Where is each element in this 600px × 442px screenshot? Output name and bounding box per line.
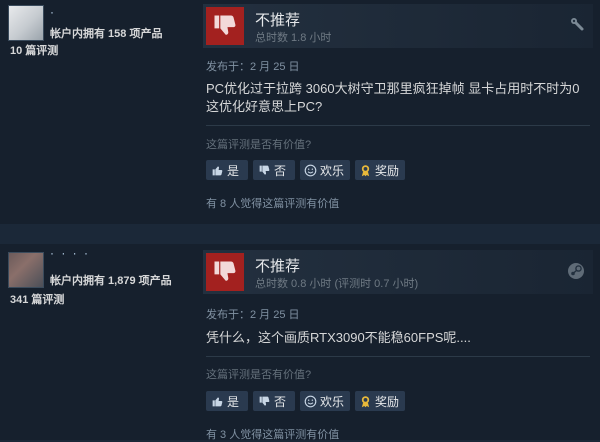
award-medal-icon: [359, 394, 372, 408]
thumbs-down-icon: [257, 163, 271, 177]
recommendation-label: 不推荐: [255, 258, 301, 275]
vote-funny-button[interactable]: 欢乐: [300, 160, 350, 180]
review-body: 凭什么，这个画质RTX3090不能稳60FPS呢....: [206, 329, 586, 347]
reviewer-name[interactable]: · · · ·: [50, 246, 90, 260]
review-body-line: 这优化好意思上PC?: [206, 99, 323, 114]
award-button[interactable]: 奖励: [355, 391, 405, 411]
vote-funny-label: 欢乐: [320, 394, 345, 409]
posted-date: 发布于：2 月 25 日: [206, 309, 300, 321]
helpful-question: 这篇评测是否有价值?: [206, 139, 312, 151]
vote-funny-label: 欢乐: [320, 163, 345, 178]
review-body-line: 凭什么，这个画质RTX3090不能稳60FPS呢....: [206, 330, 471, 345]
review-separator: [0, 224, 600, 244]
smiley-icon: [304, 394, 317, 408]
vote-yes-button[interactable]: 是: [206, 160, 248, 180]
products-owned[interactable]: 帐户内拥有 158 项产品: [50, 25, 162, 41]
avatar[interactable]: [8, 5, 44, 41]
review-body: PC优化过于拉跨 3060大树守卫那里疯狂掉帧 显卡占用时不时为0 这优化好意思…: [206, 80, 586, 116]
reviewer-info: · 帐户内拥有 158 项产品 10 篇评测: [0, 0, 200, 224]
review-card: · 帐户内拥有 158 项产品 10 篇评测 不推荐 总时数 1.8 小时 发布…: [0, 0, 600, 224]
award-label: 奖励: [375, 394, 400, 409]
thumbs-down-icon: [206, 253, 244, 291]
vote-funny-button[interactable]: 欢乐: [300, 391, 350, 411]
thumbs-up-icon: [210, 394, 224, 408]
products-owned[interactable]: 帐户内拥有 1,879 项产品: [50, 272, 172, 288]
settings-icon[interactable]: [569, 16, 585, 35]
recommendation-header[interactable]: 不推荐 总时数 0.8 小时 (评测时 0.7 小时): [203, 250, 593, 294]
vote-no-button[interactable]: 否: [253, 391, 295, 411]
vote-no-button[interactable]: 否: [253, 160, 295, 180]
vote-yes-button[interactable]: 是: [206, 391, 248, 411]
vote-no-label: 否: [274, 163, 287, 178]
award-label: 奖励: [375, 163, 400, 178]
vote-no-label: 否: [274, 394, 287, 409]
recommendation-header[interactable]: 不推荐 总时数 1.8 小时: [203, 4, 593, 48]
award-button[interactable]: 奖励: [355, 160, 405, 180]
reviewer-name[interactable]: ·: [50, 5, 54, 19]
avatar[interactable]: [8, 252, 44, 288]
vote-yes-label: 是: [227, 163, 240, 178]
review-count[interactable]: 341 篇评测: [10, 291, 64, 307]
review-body-line: PC优化过于拉跨 3060大树守卫那里疯狂掉帧 显卡占用时不时为0: [206, 81, 580, 96]
thumbs-up-icon: [210, 163, 224, 177]
posted-date: 发布于：2 月 25 日: [206, 61, 300, 73]
review-count[interactable]: 10 篇评测: [10, 42, 58, 58]
divider: [206, 125, 590, 126]
smiley-icon: [304, 163, 317, 177]
divider: [206, 356, 590, 357]
reviewer-info: · · · · 帐户内拥有 1,879 项产品 341 篇评测: [0, 244, 200, 440]
playtime: 总时数 1.8 小时: [255, 32, 332, 44]
thumbs-down-icon: [206, 7, 244, 45]
helpful-question: 这篇评测是否有价值?: [206, 369, 312, 381]
award-medal-icon: [359, 163, 372, 177]
steam-logo-icon: [567, 262, 585, 283]
playtime: 总时数 0.8 小时 (评测时 0.7 小时): [255, 278, 419, 290]
recommendation-label: 不推荐: [255, 12, 301, 29]
thumbs-down-icon: [257, 394, 271, 408]
review-card: · · · · 帐户内拥有 1,879 项产品 341 篇评测 不推荐 总时数 …: [0, 244, 600, 441]
vote-yes-label: 是: [227, 394, 240, 409]
found-helpful-count: 有 8 人觉得这篇评测有价值: [206, 198, 340, 210]
